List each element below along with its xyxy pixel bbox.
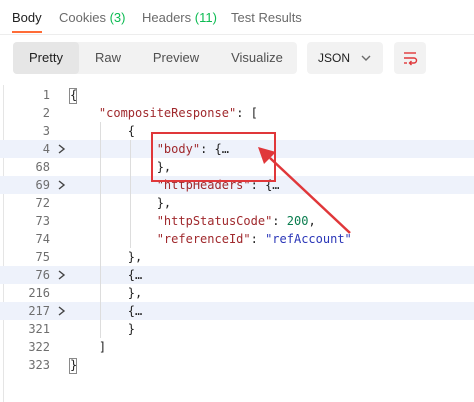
annotation-arrow xyxy=(258,147,351,234)
